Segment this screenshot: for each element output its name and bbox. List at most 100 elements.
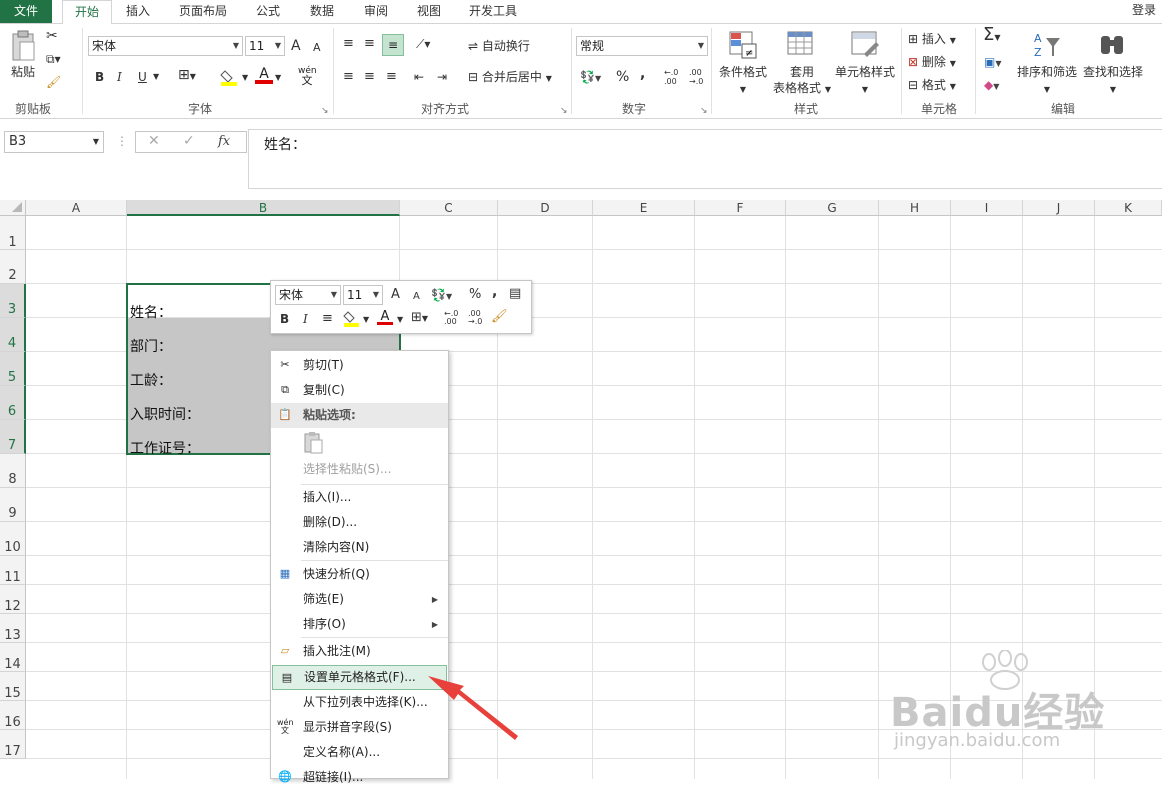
row-header-13[interactable]: 13 — [0, 614, 26, 643]
merge-center-button[interactable]: ⊟ 合并后居中 ▼ — [468, 69, 552, 87]
cancel-icon[interactable]: ✕ — [148, 133, 160, 149]
row-header-1[interactable]: 1 — [0, 216, 26, 250]
insert-cells-button[interactable]: ⊞ 插入 ▼ — [908, 31, 956, 49]
confirm-icon[interactable]: ✓ — [183, 133, 195, 149]
menu-item-hyperlink[interactable]: 🌐 超链接(I)... — [271, 765, 448, 790]
menu-item-quick-analysis[interactable]: ▦ 快速分析(Q) — [271, 562, 448, 587]
align-middle-icon[interactable]: ≡ — [364, 36, 375, 52]
dialog-launcher-icon[interactable]: ↘ — [560, 103, 568, 119]
insert-function-icon[interactable]: fx — [218, 134, 230, 149]
menu-item-sort[interactable]: 排序(O) ▶ — [271, 612, 448, 637]
menu-item-delete[interactable]: 删除(D)... — [271, 510, 448, 535]
copy-icon[interactable]: ⧉▾ — [46, 51, 61, 67]
conditional-format-button[interactable]: 条件格式 ▼ — [718, 64, 768, 98]
tab-insert[interactable]: 插入 — [116, 0, 160, 23]
align-left-icon[interactable]: ≡ — [343, 69, 354, 85]
cell-b4[interactable]: 部门： — [130, 336, 172, 356]
grow-font-icon[interactable]: A — [291, 38, 301, 54]
menu-item-cut[interactable]: ✂ 剪切(T) — [271, 353, 448, 378]
increase-indent-icon[interactable]: ⇥ — [437, 69, 447, 85]
cell-b5[interactable]: 工龄： — [130, 370, 172, 390]
column-header-i[interactable]: I — [951, 200, 1023, 216]
autosum-icon[interactable]: Σ▼ — [983, 26, 1001, 46]
column-header-a[interactable]: A — [26, 200, 127, 216]
menu-item-insert[interactable]: 插入(I)... — [271, 485, 448, 510]
increase-decimal-button[interactable]: ←.0 .00 — [664, 68, 678, 86]
mini-grow-font-icon[interactable]: A — [391, 287, 400, 303]
row-header-14[interactable]: 14 — [0, 643, 26, 672]
login-link[interactable]: 登录 — [1132, 0, 1156, 20]
chevron-down-icon[interactable]: ▼ — [275, 70, 281, 86]
column-header-e[interactable]: E — [593, 200, 695, 216]
italic-button[interactable]: I — [117, 69, 122, 85]
row-header-9[interactable]: 9 — [0, 488, 26, 522]
align-bottom-icon[interactable]: ≡ — [382, 34, 404, 56]
tab-data[interactable]: 数据 — [300, 0, 344, 23]
chevron-down-icon[interactable]: ▼ — [153, 69, 159, 85]
delete-cells-button[interactable]: ⊠ 删除 ▼ — [908, 54, 956, 72]
bold-button[interactable]: B — [95, 69, 104, 85]
cut-icon[interactable]: ✂ — [46, 28, 58, 44]
column-header-f[interactable]: F — [695, 200, 786, 216]
column-header-d[interactable]: D — [498, 200, 593, 216]
align-top-icon[interactable]: ≡ — [343, 36, 354, 52]
wrap-text-button[interactable]: ⇌ 自动换行 — [468, 38, 530, 54]
column-header-c[interactable]: C — [400, 200, 498, 216]
row-header-17[interactable]: 17 — [0, 730, 26, 759]
font-name-combo[interactable]: 宋体 ▼ — [88, 36, 243, 56]
tab-page-layout[interactable]: 页面布局 — [170, 0, 236, 23]
underline-button[interactable]: U — [138, 69, 147, 85]
font-size-combo[interactable]: 11 ▼ — [245, 36, 285, 56]
cell-b7[interactable]: 工作证号： — [130, 438, 200, 458]
mini-increase-decimal-button[interactable]: ←.0.00 — [444, 310, 458, 326]
mini-format-table-icon[interactable]: ▤ — [509, 286, 521, 302]
orientation-icon[interactable]: ⟋▾ — [416, 36, 430, 52]
phonetic-icon[interactable]: wén 文 — [298, 66, 317, 86]
format-cells-button[interactable]: ⊟ 格式 ▼ — [908, 77, 956, 95]
align-right-icon[interactable]: ≡ — [386, 69, 397, 85]
tab-formulas[interactable]: 公式 — [248, 0, 288, 23]
row-header-12[interactable]: 12 — [0, 585, 26, 614]
chevron-down-icon[interactable]: ▼ — [242, 70, 248, 86]
shrink-font-icon[interactable]: A — [313, 40, 321, 56]
fill-color-icon[interactable] — [220, 68, 242, 86]
row-header-11[interactable]: 11 — [0, 556, 26, 585]
row-header-3[interactable]: 3 — [0, 284, 26, 318]
tab-home[interactable]: 开始 — [62, 0, 112, 25]
tab-developer[interactable]: 开发工具 — [460, 0, 526, 23]
find-select-button[interactable]: 查找和选择 ▼ — [1082, 64, 1144, 98]
dialog-launcher-icon[interactable]: ↘ — [321, 103, 329, 119]
paste-button[interactable]: 粘贴 — [11, 64, 35, 80]
clear-icon[interactable]: ◆▼ — [984, 77, 999, 95]
format-painter-icon[interactable]: 🖌 — [46, 74, 61, 90]
mini-accounting-icon[interactable]: 💱▼ — [431, 287, 452, 305]
row-header-4[interactable]: 4 — [0, 318, 26, 352]
column-header-j[interactable]: J — [1023, 200, 1095, 216]
select-all-corner[interactable] — [0, 200, 26, 216]
border-icon[interactable]: ⊞▼ — [178, 67, 196, 85]
mini-font-color-icon[interactable]: A — [377, 309, 393, 329]
row-header-7[interactable]: 7 — [0, 420, 26, 454]
column-header-k[interactable]: K — [1095, 200, 1162, 216]
sort-filter-button[interactable]: 排序和筛选 ▼ — [1016, 64, 1078, 98]
decrease-indent-icon[interactable]: ⇤ — [414, 69, 424, 85]
cell-b3[interactable]: 姓名： — [130, 302, 172, 322]
tab-view[interactable]: 视图 — [407, 0, 451, 23]
decrease-decimal-button[interactable]: .00 →.0 — [689, 68, 703, 86]
chevron-down-icon[interactable]: ▼ — [397, 312, 403, 328]
mini-shrink-font-icon[interactable]: A — [413, 289, 420, 305]
name-box[interactable]: B3 ▼ — [4, 131, 104, 153]
mini-italic-button[interactable]: I — [303, 311, 308, 327]
mini-format-painter-icon[interactable]: 🖌 — [491, 309, 508, 325]
mini-font-size-combo[interactable]: 11 ▼ — [343, 285, 383, 305]
menu-item-filter[interactable]: 筛选(E) ▶ — [271, 587, 448, 612]
comma-button[interactable]: , — [640, 66, 645, 82]
mini-font-name-combo[interactable]: 宋体 ▼ — [275, 285, 341, 305]
menu-item-copy[interactable]: ⧉ 复制(C) — [271, 378, 448, 403]
font-color-icon[interactable]: A — [255, 66, 273, 88]
paste-icon[interactable] — [8, 30, 38, 64]
column-header-h[interactable]: H — [879, 200, 951, 216]
percent-button[interactable]: % — [616, 69, 629, 85]
row-header-8[interactable]: 8 — [0, 454, 26, 488]
tab-review[interactable]: 审阅 — [354, 0, 398, 23]
